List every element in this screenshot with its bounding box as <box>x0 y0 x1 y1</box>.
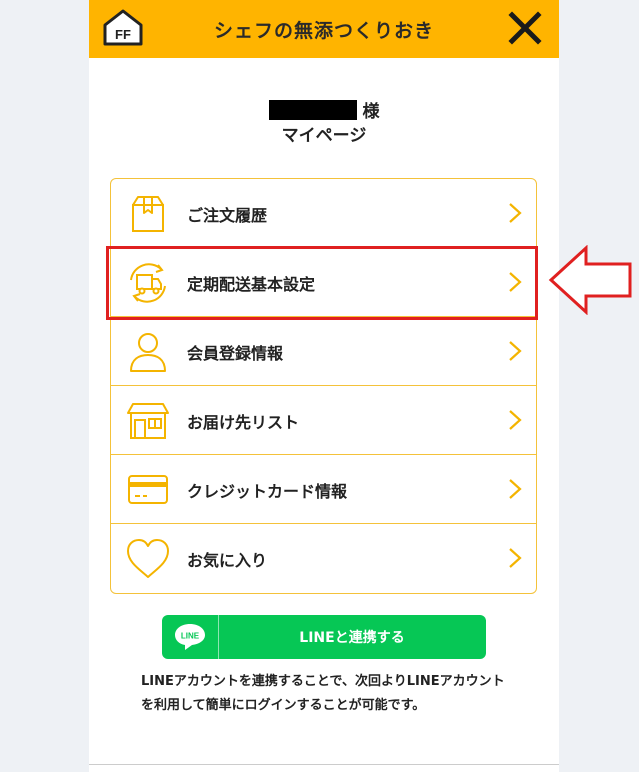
line-connect-note: LINEアカウントを連携することで、次回よりLINEアカウントを利用して簡単にロ… <box>141 674 505 713</box>
page-title: マイページ <box>281 126 367 146</box>
mypage-panel: FF シェフの無添つくりおき 様 マイページ ご注文履歴 定期配送基本設定 会員… <box>89 0 559 772</box>
line-logo: LINE <box>162 615 219 659</box>
chevron-right-icon <box>509 203 522 223</box>
user-icon <box>130 333 166 372</box>
menu-item-label: 定期配送基本設定 <box>187 275 316 294</box>
close-button[interactable] <box>507 10 543 46</box>
menu-item-subscription-settings[interactable]: 定期配送基本設定 <box>111 248 536 317</box>
redacted-user-name <box>268 100 357 120</box>
chevron-right-icon <box>509 272 522 292</box>
menu-item-label: お気に入り <box>187 551 268 570</box>
chevron-right-icon <box>509 410 522 430</box>
menu-item-label: ご注文履歴 <box>187 206 268 225</box>
menu-item-label: 会員登録情報 <box>187 344 284 363</box>
divider <box>89 764 559 765</box>
house-icon <box>127 403 169 439</box>
chevron-right-icon <box>509 479 522 499</box>
menu-item-order-history[interactable]: ご注文履歴 <box>111 179 536 248</box>
delivery-truck-icon <box>130 263 166 303</box>
menu-item-favorites[interactable]: お気に入り <box>111 524 536 593</box>
mypage-menu: ご注文履歴 定期配送基本設定 会員登録情報 お届け先リスト クレジットカード情報… <box>110 178 537 594</box>
heart-icon <box>127 539 169 578</box>
greeting: 様 マイページ <box>89 100 559 148</box>
pointer-arrow-icon <box>548 245 632 315</box>
line-logo-text: LINE <box>181 632 200 641</box>
header-bar: FF シェフの無添つくりおき <box>89 0 559 58</box>
credit-card-icon <box>128 475 168 504</box>
close-icon <box>508 11 542 45</box>
menu-item-label: お届け先リスト <box>187 413 300 432</box>
honorific: 様 <box>362 102 380 122</box>
chevron-right-icon <box>509 341 522 361</box>
line-connect-label: LINEと連携する <box>299 630 405 646</box>
menu-item-delivery-addresses[interactable]: お届け先リスト <box>111 386 536 455</box>
package-icon <box>132 196 164 232</box>
app-title: シェフの無添つくりおき <box>213 20 434 42</box>
chevron-right-icon <box>509 548 522 568</box>
menu-item-credit-card[interactable]: クレジットカード情報 <box>111 455 536 524</box>
line-connect-button[interactable]: LINE LINEと連携する <box>162 615 486 659</box>
menu-item-member-info[interactable]: 会員登録情報 <box>111 317 536 386</box>
menu-item-label: クレジットカード情報 <box>187 482 348 501</box>
